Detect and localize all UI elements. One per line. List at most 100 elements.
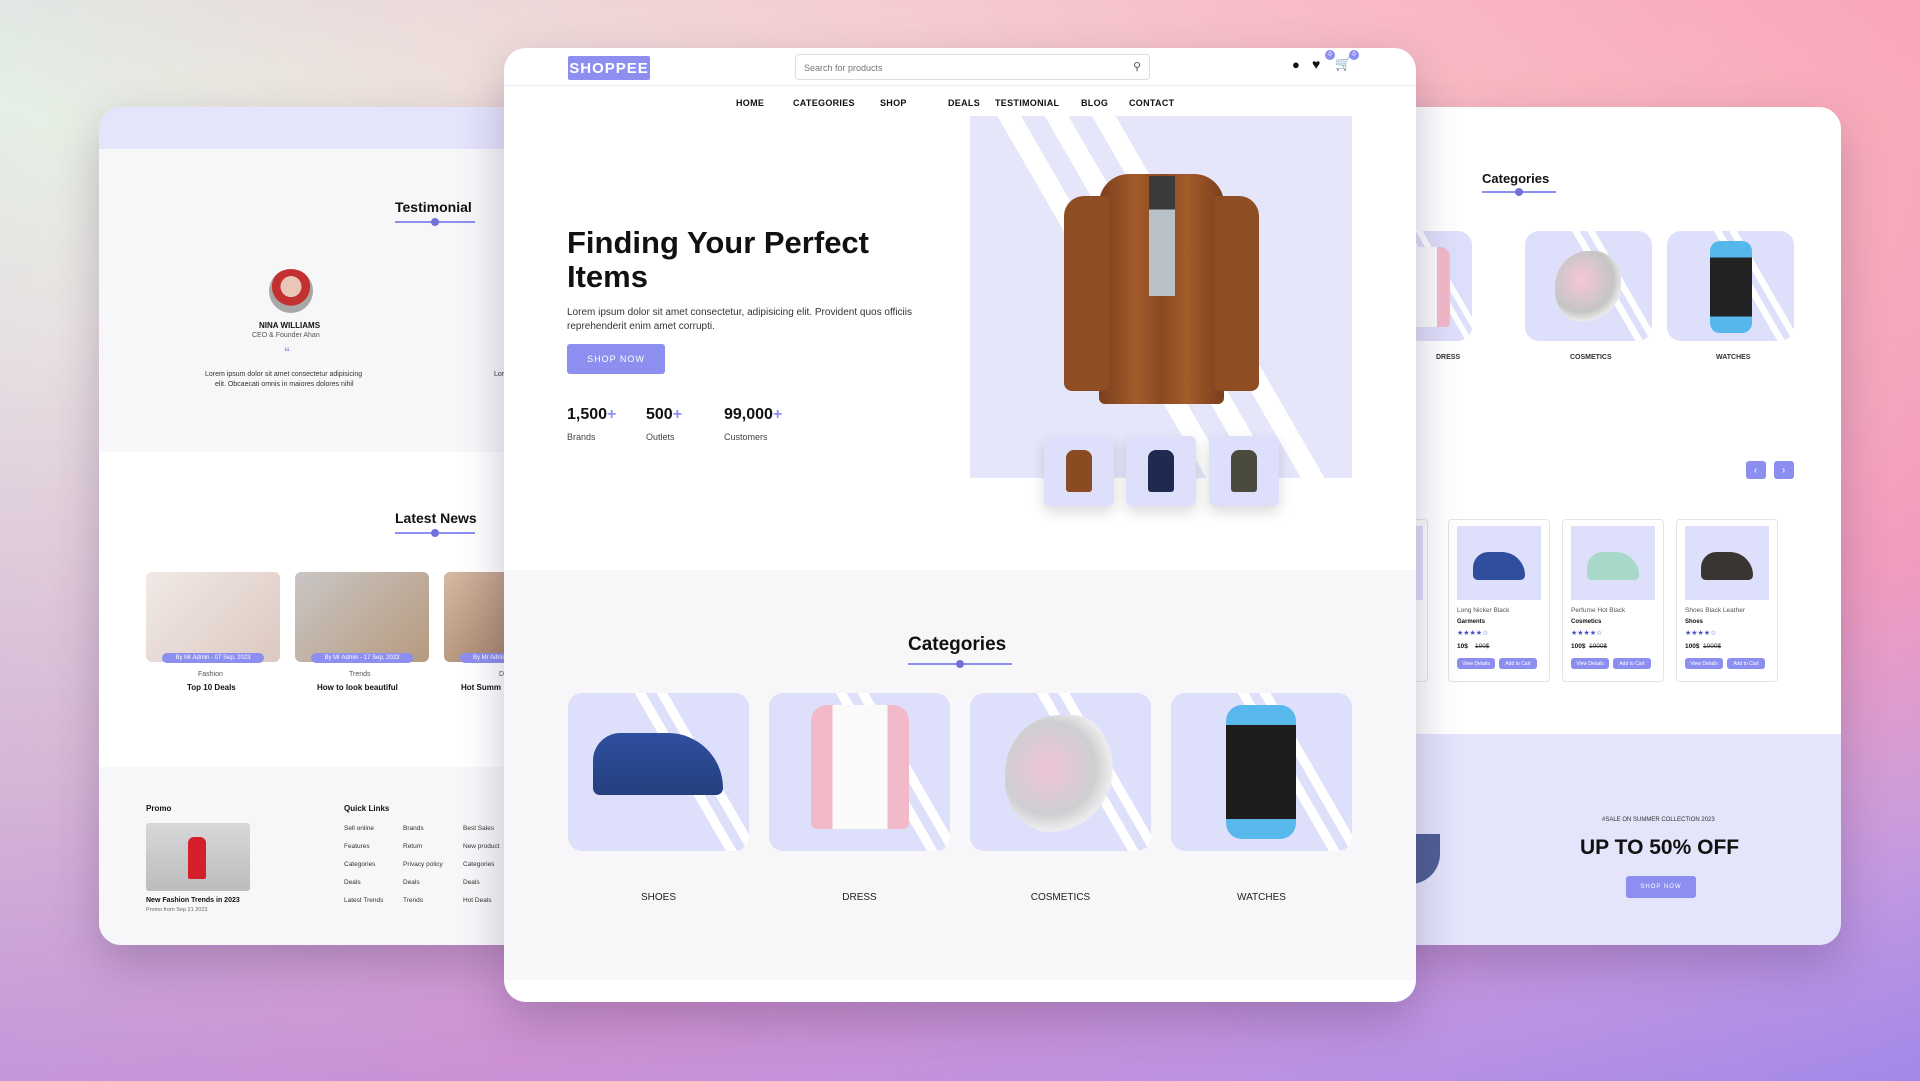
footer-link[interactable]: Categories bbox=[463, 861, 494, 868]
category-card-dress[interactable] bbox=[769, 693, 950, 851]
rating-stars: ★★★★☆ bbox=[1457, 630, 1489, 637]
footer: Promo New Fashion Trends in 2023 Promo f… bbox=[99, 767, 529, 945]
product-object bbox=[1473, 552, 1525, 580]
right-cat-label: WATCHES bbox=[1716, 354, 1751, 361]
carousel-next-button[interactable]: › bbox=[1774, 461, 1794, 479]
product-name: Long Nicker Black bbox=[1457, 607, 1510, 614]
add-to-cart-button[interactable]: Add to Cart bbox=[1499, 658, 1537, 669]
cart-icon[interactable]: 🛒 bbox=[1335, 56, 1351, 72]
category-card-cosmetics[interactable] bbox=[1525, 231, 1652, 341]
thumbnail[interactable] bbox=[1044, 436, 1114, 506]
carousel-prev-button[interactable]: ‹ bbox=[1746, 461, 1766, 479]
user-icon[interactable]: ● bbox=[1292, 57, 1300, 72]
right-cat-label: DRESS bbox=[1436, 354, 1461, 361]
footer-link[interactable]: Categories bbox=[344, 861, 375, 868]
footer-link[interactable]: Features bbox=[344, 843, 370, 850]
search-box[interactable]: ⚲ bbox=[795, 54, 1150, 80]
news-headline[interactable]: Top 10 Deals bbox=[187, 683, 236, 692]
footer-link[interactable]: Deals bbox=[463, 879, 480, 886]
news-card[interactable] bbox=[146, 572, 280, 662]
promo-date: Promo from Sep 21 2023 bbox=[146, 907, 208, 913]
category-card-shoes[interactable] bbox=[568, 693, 749, 851]
product-card[interactable]: Shoes Black Leather Shoes ★★★★☆ 100$ 1000$ Vi… bbox=[1676, 519, 1778, 682]
quote-line-2: elit. Obcaecati omnis in maiores dolores… bbox=[215, 381, 354, 388]
thumbnail[interactable] bbox=[1126, 436, 1196, 506]
right-page-mockup: Categories DRESS COSMETICS WATCHES ‹ › L… bbox=[1390, 107, 1841, 945]
view-details-button[interactable]: View Details bbox=[1457, 658, 1495, 669]
coat-image bbox=[1064, 166, 1259, 408]
watches-image bbox=[1226, 705, 1296, 839]
footer-link[interactable]: Brands bbox=[403, 825, 424, 832]
product-card[interactable]: Perfume Hot Black Cosmetics ★★★★☆ 100$ 1000$… bbox=[1562, 519, 1664, 682]
product-image bbox=[1685, 526, 1769, 600]
category-card-watches[interactable] bbox=[1667, 231, 1794, 341]
stat-value: 1,500+ bbox=[567, 406, 616, 424]
nav-item-categories[interactable]: CATEGORIES bbox=[793, 98, 855, 108]
footer-link[interactable]: Privacy policy bbox=[403, 861, 443, 868]
product-card[interactable]: Long Nicker Black Garments ★★★★☆ 10$ 100$ Vie… bbox=[1448, 519, 1550, 682]
stat-value: 99,000+ bbox=[724, 406, 782, 424]
person-role: CEO & Founder Ahan bbox=[252, 332, 320, 339]
category-label[interactable]: DRESS bbox=[769, 892, 950, 903]
product-image bbox=[1571, 526, 1655, 600]
left-top-banner bbox=[99, 107, 529, 149]
news-headline[interactable]: How to look beautiful bbox=[317, 683, 398, 692]
add-to-cart-button[interactable]: Add to Cart bbox=[1613, 658, 1651, 669]
footer-link[interactable]: Deals bbox=[403, 879, 420, 886]
footer-link[interactable]: Latest Trends bbox=[344, 897, 383, 904]
news-card[interactable] bbox=[295, 572, 429, 662]
hero-title-line-2: Items bbox=[567, 259, 648, 294]
product-old-price: 1000$ bbox=[1703, 643, 1722, 650]
footer-link[interactable]: Trends bbox=[403, 897, 423, 904]
stat-number: 1,500 bbox=[567, 406, 608, 423]
category-card-cosmetics[interactable] bbox=[970, 693, 1151, 851]
thumbnail[interactable] bbox=[1209, 436, 1279, 506]
category-label[interactable]: WATCHES bbox=[1171, 892, 1352, 903]
news-tag: Fashion bbox=[198, 671, 223, 678]
quote-fragment: Lor bbox=[494, 371, 505, 378]
footer-link[interactable]: Best Sales bbox=[463, 825, 494, 832]
sale-shop-now-button[interactable]: SHOP NOW bbox=[1626, 876, 1696, 898]
category-label[interactable]: COSMETICS bbox=[970, 892, 1151, 903]
footer-link[interactable]: Sell online bbox=[344, 825, 374, 832]
footer-link[interactable]: Hot Deals bbox=[463, 897, 492, 904]
category-label[interactable]: SHOES bbox=[568, 892, 749, 903]
promo-item[interactable]: New Fashion Trends in 2023 bbox=[146, 897, 240, 904]
nav-item-deals[interactable]: DEALS bbox=[948, 98, 980, 108]
promo-image[interactable] bbox=[146, 823, 250, 891]
cosmetics-image bbox=[1005, 715, 1115, 833]
product-object bbox=[1587, 552, 1639, 580]
footer-link[interactable]: New product bbox=[463, 843, 500, 850]
search-input[interactable] bbox=[804, 60, 1104, 76]
product-price: 100$ bbox=[1571, 643, 1586, 650]
view-details-button[interactable]: View Details bbox=[1571, 658, 1609, 669]
stat-label: Outlets bbox=[646, 432, 675, 442]
plus-icon: + bbox=[772, 406, 783, 423]
sale-title: UP TO 50% OFF bbox=[1580, 836, 1740, 859]
sale-tag: #SALE ON SUMMER COLLECTION 2023 bbox=[1602, 817, 1715, 823]
brand-logo[interactable]: SHOPPEE bbox=[568, 56, 650, 80]
footer-link[interactable]: Return bbox=[403, 843, 423, 850]
testimonial-title: Testimonial bbox=[395, 199, 472, 215]
search-icon[interactable]: ⚲ bbox=[1133, 60, 1141, 73]
coat-thumb-image bbox=[1148, 450, 1174, 492]
nav-item-blog[interactable]: BLOG bbox=[1081, 98, 1108, 108]
view-details-button[interactable]: View Details bbox=[1685, 658, 1723, 669]
heart-icon[interactable]: ♥ bbox=[1312, 56, 1320, 72]
hero-shop-now-button[interactable]: SHOP NOW bbox=[567, 344, 665, 374]
footer-link[interactable]: Deals bbox=[344, 879, 361, 886]
nav-item-testimonial[interactable]: TESTIMONIAL bbox=[995, 98, 1059, 108]
testimonial-section: Testimonial NINA WILLIAMS CEO & Founder … bbox=[99, 149, 529, 452]
category-card-watches[interactable] bbox=[1171, 693, 1352, 851]
nav-item-contact[interactable]: CONTACT bbox=[1129, 98, 1174, 108]
product-name: Perfume Hot Black bbox=[1571, 607, 1626, 614]
product-name: Shoes Black Leather bbox=[1685, 607, 1745, 614]
nav-item-home[interactable]: HOME bbox=[736, 98, 764, 108]
nav-item-shop[interactable]: SHOP bbox=[880, 98, 907, 108]
add-to-cart-button[interactable]: Add to Cart bbox=[1727, 658, 1765, 669]
coat-thumb-image bbox=[1231, 450, 1257, 492]
categories-section: Categories SHOES DRESS COSMETICS WATCHES bbox=[504, 570, 1416, 980]
news-headline[interactable]: Hot Summ bbox=[461, 683, 501, 692]
wishlist-badge: 0 bbox=[1325, 50, 1335, 60]
plus-icon: + bbox=[672, 406, 683, 423]
